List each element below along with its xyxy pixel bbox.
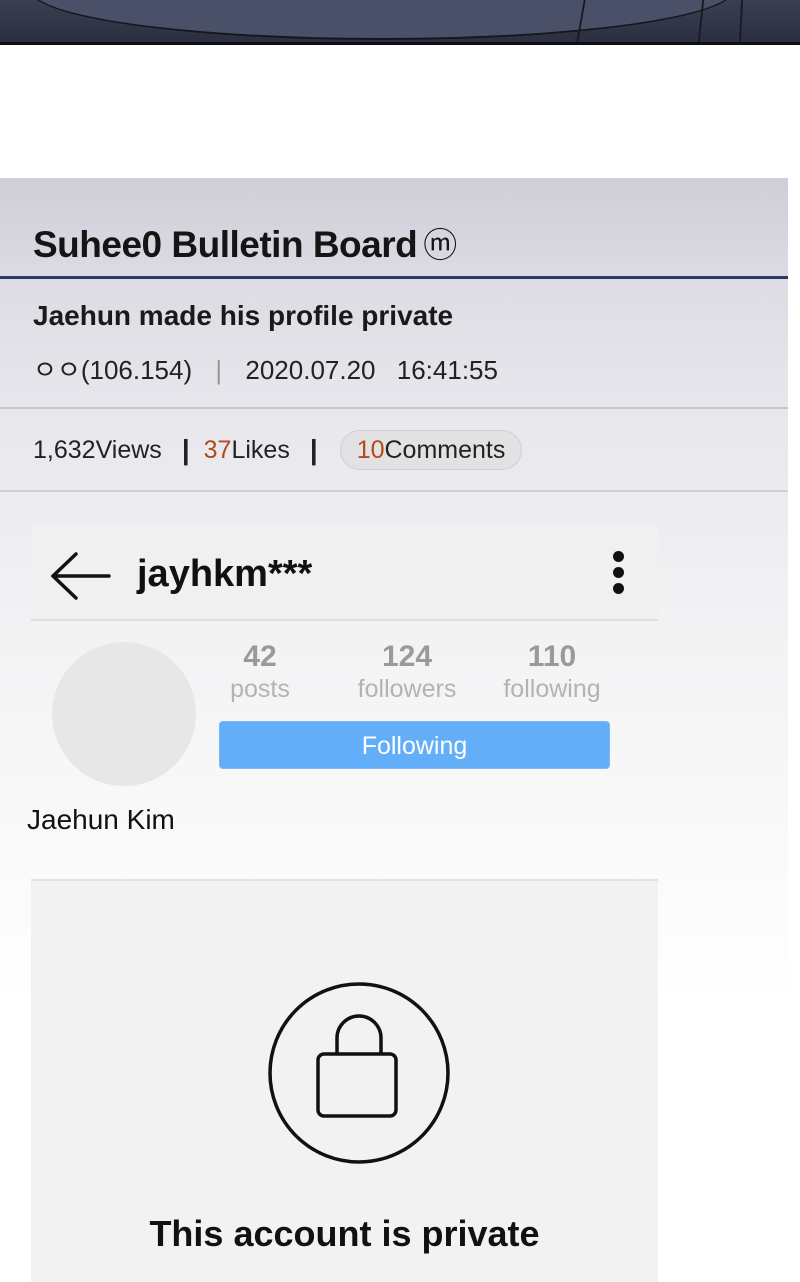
top-artwork-strip [0, 0, 800, 45]
board-title-text: Suhee0 Bulletin Board [33, 224, 418, 265]
avatar [52, 642, 196, 786]
comments-button[interactable]: 10 Comments [339, 430, 523, 470]
post-author: ㅇㅇ(106.154) [33, 355, 193, 385]
divider [0, 490, 788, 492]
back-arrow-icon[interactable] [49, 551, 111, 601]
profile-full-name: Jaehun Kim [27, 804, 175, 835]
views-label: Views [95, 435, 162, 464]
more-vertical-icon[interactable] [609, 551, 627, 601]
comments-label: Comments [384, 435, 506, 464]
posts-label: posts [230, 675, 290, 703]
divider [0, 407, 788, 409]
post-time: 16:41:55 [396, 355, 498, 385]
meta-separator: | [215, 355, 223, 385]
following-count: 110 [527, 640, 577, 673]
private-account-message: This account is private [149, 1213, 540, 1254]
followers-label: followers [357, 675, 457, 703]
private-account-notice: This account is private [31, 879, 658, 1282]
post-date: 2020.07.20 [245, 355, 376, 385]
posts-stat[interactable]: 42 posts [185, 640, 335, 704]
followers-stat[interactable]: 124 followers [332, 640, 482, 704]
profile-username: jayhkm*** [137, 553, 313, 595]
following-stat[interactable]: 110 following [477, 640, 627, 704]
board-mark-icon: ⓜ [423, 227, 457, 265]
board-header: Suhee0 Bulletin Board ⓜ [0, 178, 788, 279]
views-count: 1,632 [33, 435, 96, 464]
following-label: following [503, 675, 601, 703]
likes-label: Likes [231, 435, 290, 464]
stats-divider: | [181, 434, 190, 465]
post-title: Jaehun made his profile private [33, 300, 454, 331]
comments-count: 10 [356, 435, 385, 464]
board-title[interactable]: Suhee0 Bulletin Board ⓜ [33, 218, 457, 267]
likes-count: 37 [203, 435, 232, 464]
followers-count: 124 [381, 640, 433, 673]
post-stats: 1,632 Views | 37 Likes | 10 Comments [33, 430, 523, 470]
posts-count: 42 [243, 640, 277, 673]
stats-divider: | [309, 434, 318, 465]
post-meta: ㅇㅇ(106.154) | 2020.07.20 16:41:55 [33, 350, 498, 387]
lock-icon [268, 982, 450, 1164]
following-button[interactable]: Following [219, 721, 610, 769]
profile-header-bar: jayhkm*** [31, 525, 658, 621]
